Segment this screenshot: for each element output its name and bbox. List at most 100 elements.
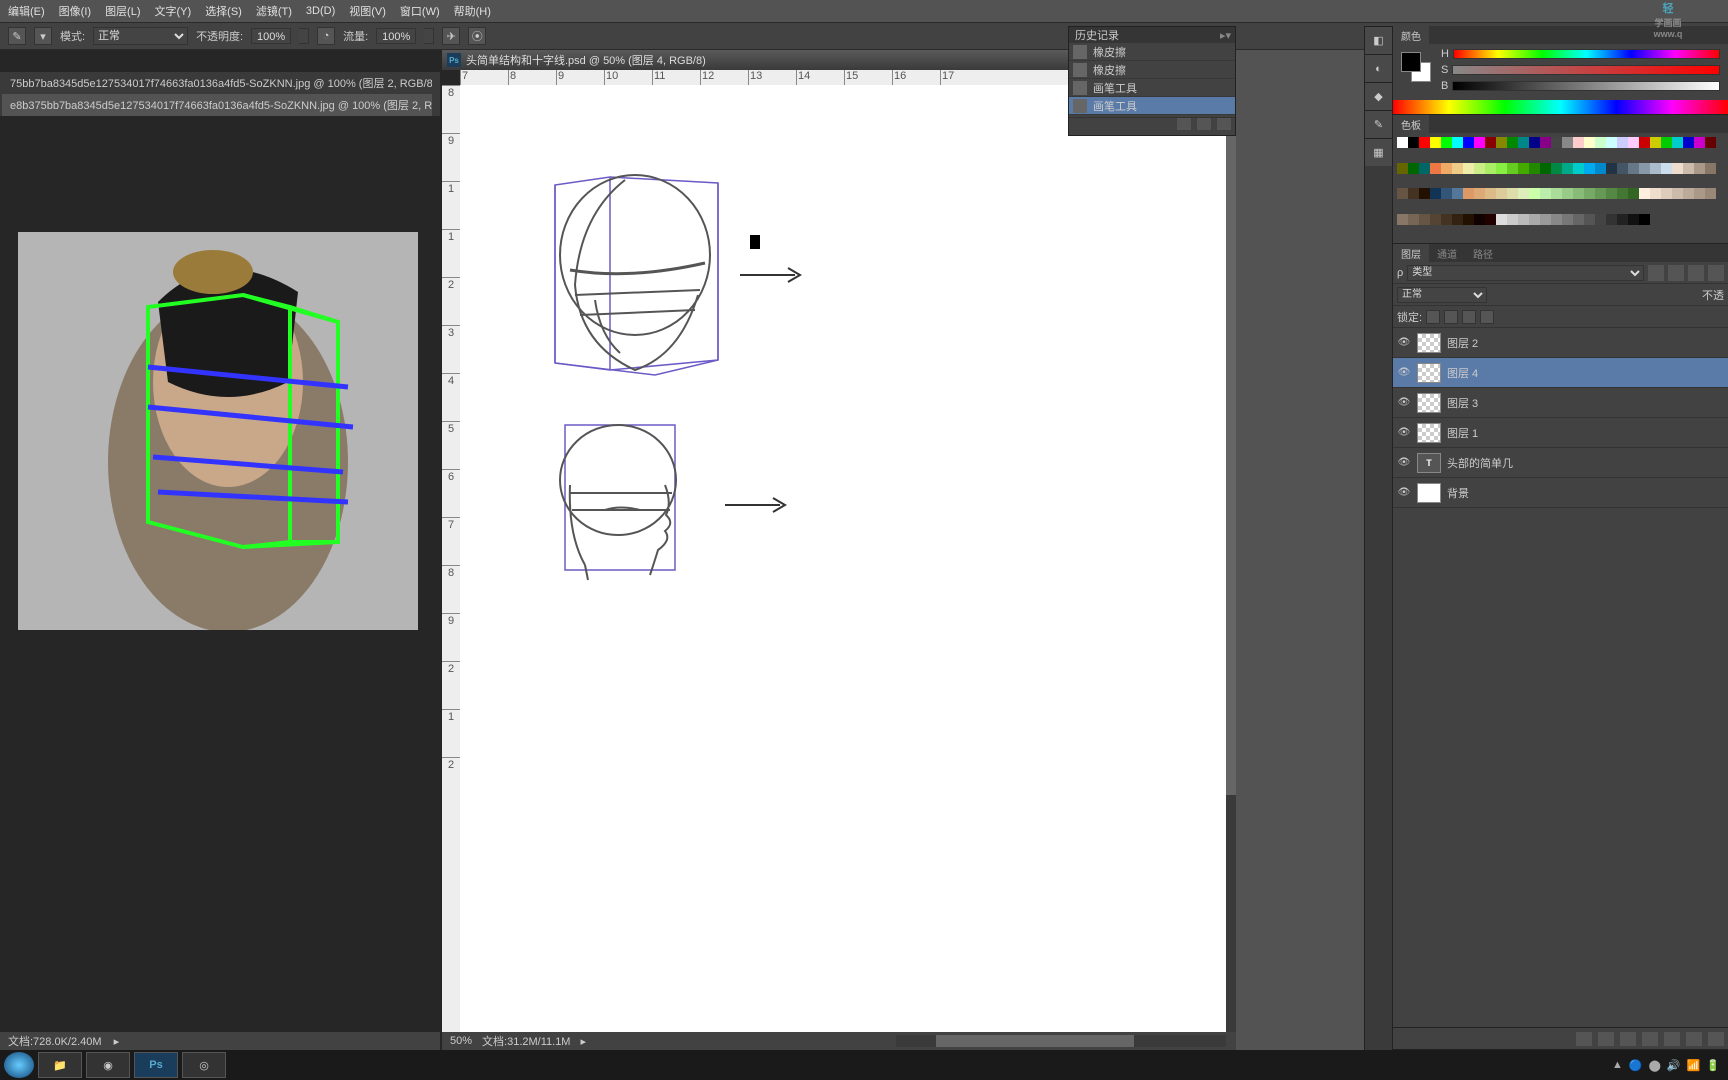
swatch[interactable] — [1617, 188, 1628, 199]
swatch[interactable] — [1650, 163, 1661, 174]
swatch[interactable] — [1628, 163, 1639, 174]
swatch[interactable] — [1661, 163, 1672, 174]
start-button[interactable] — [4, 1052, 34, 1078]
history-item[interactable]: 橡皮擦 — [1069, 61, 1235, 79]
swatch[interactable] — [1397, 137, 1408, 148]
explorer-taskbar-icon[interactable]: 📁 — [38, 1052, 82, 1078]
visibility-icon[interactable]: 👁 — [1397, 336, 1411, 350]
swatch[interactable] — [1529, 188, 1540, 199]
swatch[interactable] — [1584, 137, 1595, 148]
color-tab[interactable]: 颜色 — [1393, 26, 1429, 44]
swatch[interactable] — [1584, 163, 1595, 174]
swatch[interactable] — [1551, 188, 1562, 199]
sat-slider[interactable] — [1452, 65, 1720, 75]
swatch[interactable] — [1485, 137, 1496, 148]
swatch[interactable] — [1540, 137, 1551, 148]
history-item[interactable]: 橡皮擦 — [1069, 43, 1235, 61]
history-panel[interactable]: 历史记录▸▾ 橡皮擦 橡皮擦 画笔工具 画笔工具 — [1068, 26, 1236, 136]
history-item[interactable]: 画笔工具 — [1069, 97, 1235, 115]
swatch[interactable] — [1441, 163, 1452, 174]
swatch[interactable] — [1617, 137, 1628, 148]
swatch[interactable] — [1452, 188, 1463, 199]
canvas[interactable] — [460, 85, 1226, 1032]
system-tray[interactable]: ▲🔵⬤🔊📶🔋 — [1612, 1059, 1728, 1072]
menu-image[interactable]: 图像(I) — [59, 3, 91, 19]
swatch[interactable] — [1452, 137, 1463, 148]
swatch[interactable] — [1683, 137, 1694, 148]
swatch[interactable] — [1408, 137, 1419, 148]
swatch[interactable] — [1595, 163, 1606, 174]
swatch[interactable] — [1705, 137, 1716, 148]
lock-trans-icon[interactable] — [1426, 310, 1440, 324]
arrow-icon[interactable]: ▸ — [580, 1035, 586, 1048]
visibility-icon[interactable]: 👁 — [1397, 396, 1411, 410]
brush-preset-icon[interactable]: ✎ — [8, 27, 26, 45]
swatch[interactable] — [1694, 188, 1705, 199]
swatch[interactable] — [1694, 163, 1705, 174]
swatch[interactable] — [1463, 137, 1474, 148]
history-item[interactable]: 画笔工具 — [1069, 79, 1235, 97]
swatch[interactable] — [1419, 214, 1430, 225]
swatch[interactable] — [1540, 188, 1551, 199]
menu-window[interactable]: 窗口(W) — [400, 3, 440, 19]
pressure-size-icon[interactable]: ⦿ — [468, 27, 486, 45]
swatch[interactable] — [1573, 214, 1584, 225]
opacity-value[interactable]: 100% — [251, 28, 291, 44]
swatch[interactable] — [1584, 188, 1595, 199]
new-layer-icon[interactable] — [1686, 1032, 1702, 1046]
swatch[interactable] — [1474, 163, 1485, 174]
blend-mode-select[interactable]: 正常 — [1397, 287, 1487, 303]
vertical-scrollbar[interactable] — [1226, 85, 1236, 1032]
swatch[interactable] — [1595, 188, 1606, 199]
swatch[interactable] — [1397, 214, 1408, 225]
layer-name[interactable]: 图层 3 — [1447, 395, 1478, 411]
visibility-icon[interactable]: 👁 — [1397, 486, 1411, 500]
swatch[interactable] — [1529, 163, 1540, 174]
swatch[interactable] — [1639, 188, 1650, 199]
swatch[interactable] — [1639, 137, 1650, 148]
visibility-icon[interactable]: 👁 — [1397, 456, 1411, 470]
layer-thumbnail[interactable] — [1417, 483, 1441, 503]
swatch[interactable] — [1507, 214, 1518, 225]
swatch[interactable] — [1463, 163, 1474, 174]
swatch[interactable] — [1430, 214, 1441, 225]
swatch[interactable] — [1595, 214, 1606, 225]
layer-thumbnail[interactable] — [1417, 393, 1441, 413]
swatch[interactable] — [1683, 163, 1694, 174]
swatch[interactable] — [1551, 137, 1562, 148]
layer-thumbnail[interactable]: T — [1417, 453, 1441, 473]
lock-pos-icon[interactable] — [1462, 310, 1476, 324]
pressure-opacity-icon[interactable]: ◔ — [317, 27, 335, 45]
swatch[interactable] — [1628, 214, 1639, 225]
layer-thumbnail[interactable] — [1417, 363, 1441, 383]
swatch[interactable] — [1606, 137, 1617, 148]
arrow-icon[interactable]: ▸ — [114, 1035, 120, 1048]
swatch[interactable] — [1573, 137, 1584, 148]
menu-edit[interactable]: 编辑(E) — [8, 3, 45, 19]
spectrum-bar[interactable] — [1393, 100, 1728, 114]
swatch[interactable] — [1672, 137, 1683, 148]
trash-icon[interactable] — [1708, 1032, 1724, 1046]
swatch[interactable] — [1518, 188, 1529, 199]
layer-name[interactable]: 头部的简单几 — [1447, 455, 1513, 471]
layer-row[interactable]: 👁背景 — [1393, 478, 1728, 508]
visibility-icon[interactable]: 👁 — [1397, 366, 1411, 380]
layers-tab[interactable]: 图层 — [1393, 244, 1429, 262]
swatch[interactable] — [1672, 163, 1683, 174]
swatch[interactable] — [1661, 188, 1672, 199]
panel-icon[interactable]: ✎ — [1365, 110, 1392, 138]
swatch[interactable] — [1540, 163, 1551, 174]
menu-type[interactable]: 文字(Y) — [155, 3, 192, 19]
swatch[interactable] — [1584, 214, 1595, 225]
swatch[interactable] — [1606, 188, 1617, 199]
layer-row[interactable]: 👁 T 头部的简单几 — [1393, 448, 1728, 478]
swatch[interactable] — [1496, 188, 1507, 199]
doc1-tab-1[interactable]: 75bb7ba8345d5e127534017f74663fa0136a4fd5… — [2, 72, 432, 94]
swatch[interactable] — [1441, 214, 1452, 225]
bri-slider[interactable] — [1452, 81, 1720, 91]
paths-tab[interactable]: 路径 — [1465, 244, 1501, 262]
filter-pixel-icon[interactable] — [1648, 265, 1664, 281]
swatch[interactable] — [1419, 163, 1430, 174]
layer-name[interactable]: 图层 2 — [1447, 335, 1478, 351]
swatch[interactable] — [1617, 214, 1628, 225]
